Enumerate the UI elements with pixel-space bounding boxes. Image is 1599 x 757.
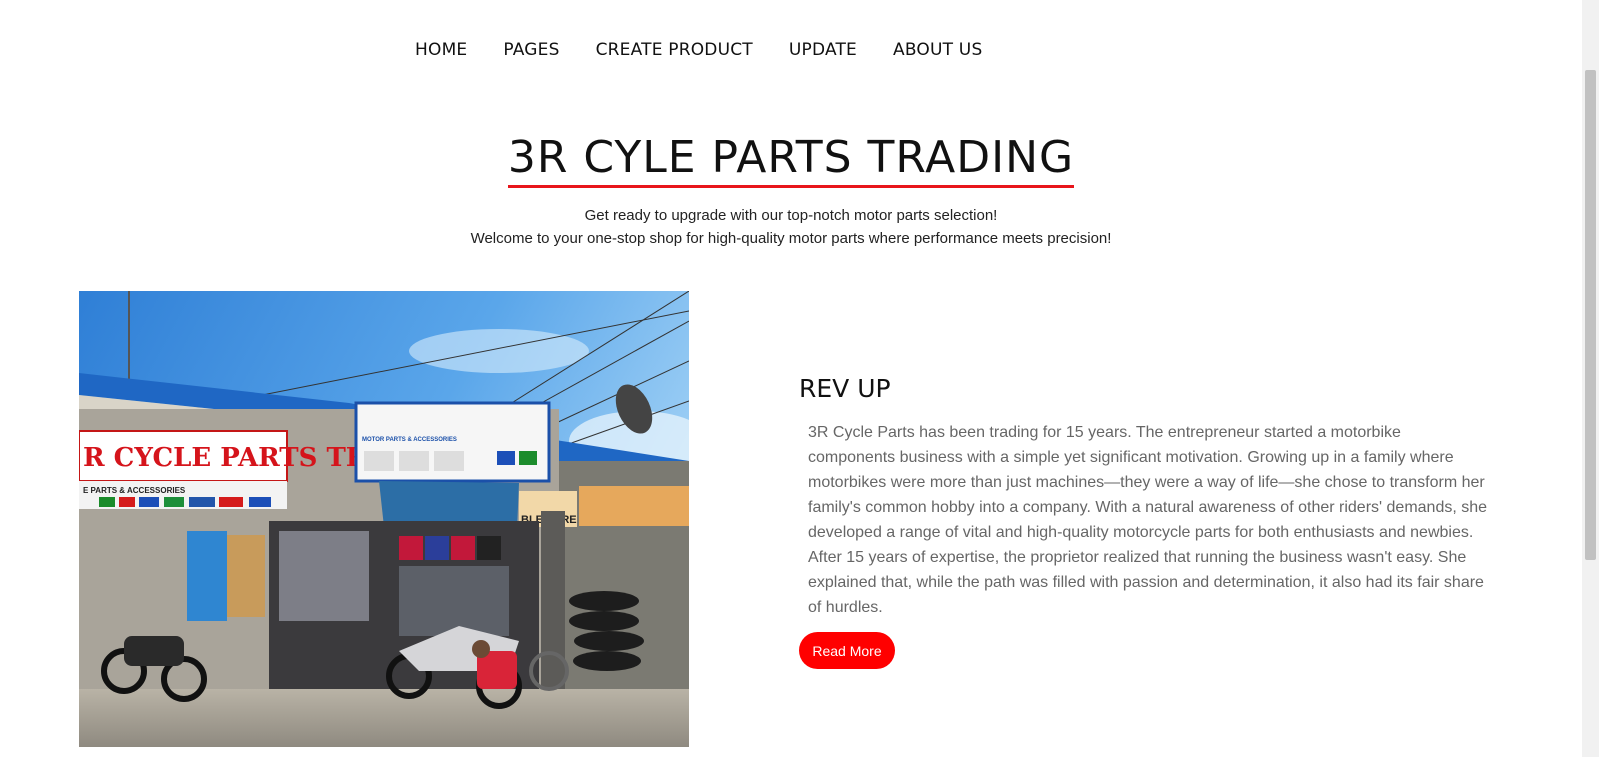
page: HOME PAGES CREATE PRODUCT UPDATE ABOUT U… [0,0,1599,757]
top-navigation: HOME PAGES CREATE PRODUCT UPDATE ABOUT U… [415,40,982,60]
nav-pages-link[interactable]: PAGES [503,40,559,60]
nav-about-us-link[interactable]: ABOUT US [893,40,982,60]
nav-update-link[interactable]: UPDATE [789,40,857,60]
nav-home-link[interactable]: HOME [415,40,467,60]
hero-tagline: Get ready to upgrade with our top-notch … [0,204,1582,250]
hero-tagline-line-2: Welcome to your one-stop shop for high-q… [470,230,1112,247]
scrollbar-thumb[interactable] [1585,70,1596,560]
sign-sub-text: E PARTS & ACCESSORIES [83,486,186,495]
vertical-scrollbar[interactable] [1582,0,1599,757]
hero: 3R CYLE PARTS TRADING Get ready to upgra… [0,132,1582,250]
storefront-photo: R CYCLE PARTS TRADING E PARTS & ACCESSOR… [79,291,689,747]
page-title: 3R CYLE PARTS TRADING [507,132,1075,188]
read-more-button[interactable]: Read More [799,632,895,669]
section-heading: REV UP [799,374,891,403]
section-description: 3R Cycle Parts has been trading for 15 y… [808,424,1488,616]
sign-upper-text: MOTOR PARTS & ACCESSORIES [362,437,457,443]
nav-create-product-link[interactable]: CREATE PRODUCT [596,40,753,60]
hero-tagline-line-1: Get ready to upgrade with our top-notch … [584,207,998,224]
